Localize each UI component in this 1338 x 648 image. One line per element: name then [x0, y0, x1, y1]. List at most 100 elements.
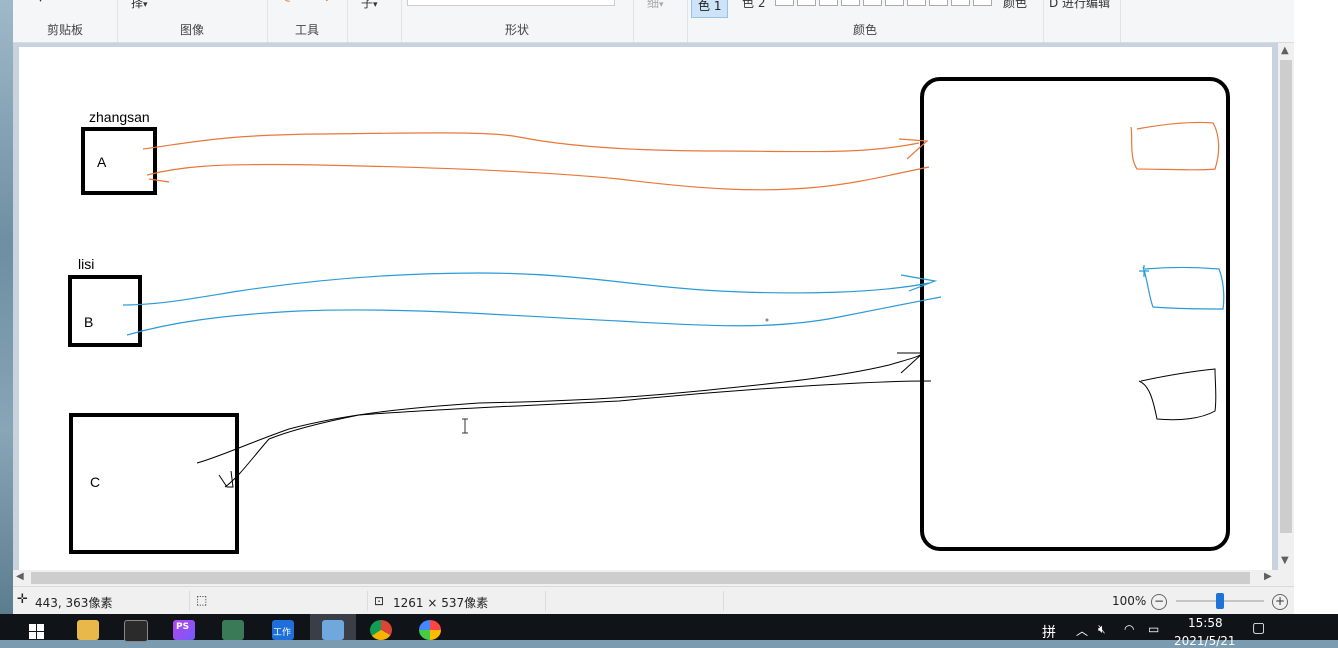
- scroll-right-arrow-icon[interactable]: ▶: [1264, 571, 1272, 582]
- status-bar: ✛ 443, 363像素 ⬚ ⊡ 1261 × 537像素 100% − +: [13, 586, 1294, 615]
- scroll-up-arrow-icon[interactable]: ▲: [1281, 45, 1289, 56]
- size-group: 细▾: [633, 0, 688, 42]
- color-swatch[interactable]: [885, 0, 904, 6]
- paste-dropdown-icon[interactable]: ▾: [38, 0, 43, 5]
- shapes-gallery[interactable]: [407, 0, 615, 6]
- status-divider: [545, 591, 546, 611]
- brushes-button[interactable]: 子▾: [361, 0, 378, 11]
- vertical-scrollbar[interactable]: ▲ ▼: [1278, 43, 1294, 570]
- label-zhangsan: zhangsan: [89, 109, 150, 125]
- browser-icon[interactable]: [419, 620, 441, 640]
- label-lisi: lisi: [78, 256, 94, 272]
- edit-with-paint3d-button[interactable]: D 进行编辑: [1049, 0, 1110, 11]
- scroll-down-arrow-icon[interactable]: ▼: [1281, 555, 1289, 566]
- brushes-dropdown-icon: ▾: [373, 0, 378, 10]
- drawing-svg: zhangsan A lisi B C: [68, 77, 1230, 554]
- color-swatch[interactable]: [907, 0, 926, 6]
- black-connection: [196, 352, 1217, 488]
- fill-tool-icon[interactable]: ◆: [323, 0, 331, 3]
- colors-group: 色 1 色 2 颜色 颜色: [687, 0, 1044, 42]
- label-c: C: [90, 474, 100, 490]
- desktop-background-right: [1294, 0, 1338, 614]
- ime-indicator[interactable]: 拼: [1042, 622, 1056, 642]
- phpstorm-icon[interactable]: PS: [173, 620, 195, 640]
- terminal-icon[interactable]: [124, 620, 148, 642]
- image-group-label: 图像: [179, 23, 204, 37]
- clipboard-group-label: 剪贴板: [46, 23, 83, 37]
- color2-button[interactable]: 色 2: [742, 0, 765, 11]
- clock-date[interactable]: 2021/5/21: [1174, 634, 1236, 648]
- select-button[interactable]: 择▾: [131, 0, 148, 11]
- shapes-group-label: 形状: [504, 23, 529, 37]
- paint3d-group: D 进行编辑: [1043, 0, 1121, 42]
- tools-group: ✎ ◆ 工具: [267, 0, 348, 42]
- tools-group-label: 工具: [294, 23, 319, 37]
- stray-dot: [765, 318, 769, 322]
- pencil-tool-icon[interactable]: ✎: [281, 0, 291, 6]
- work-icon[interactable]: 工作: [272, 620, 294, 640]
- edit-colors-button[interactable]: 颜色: [1003, 0, 1027, 11]
- zoom-percent: 100%: [1112, 594, 1147, 608]
- desktop-background-left: [0, 0, 13, 614]
- server-box: [920, 77, 1230, 551]
- work-label: 工作: [273, 628, 292, 638]
- ribbon: ▾ 剪贴板 择▾ 图像 ✎ ◆ 工具 子▾ 形状 细▾ 色 1 色 2: [13, 0, 1294, 43]
- drawing-canvas[interactable]: zhangsan A lisi B C: [19, 47, 1272, 570]
- canvas-area: zhangsan A lisi B C: [13, 43, 1278, 570]
- status-divider: [723, 591, 724, 611]
- wifi-icon[interactable]: ◠: [1124, 622, 1134, 636]
- scroll-left-arrow-icon[interactable]: ◀: [16, 571, 24, 582]
- paint-window: ▾ 剪贴板 择▾ 图像 ✎ ◆ 工具 子▾ 形状 细▾ 色 1 色 2: [13, 0, 1294, 615]
- cursor-position-icon: ✛: [17, 592, 28, 607]
- file-explorer-icon[interactable]: [77, 620, 99, 640]
- git-icon[interactable]: [222, 620, 244, 640]
- size-button[interactable]: 细▾: [647, 0, 664, 11]
- notifications-icon[interactable]: ▢: [1252, 620, 1265, 636]
- blue-connection: [122, 265, 1225, 336]
- colors-group-label: 颜色: [852, 23, 877, 37]
- show-hidden-icons-icon[interactable]: ︿: [1076, 622, 1088, 639]
- size-dropdown-icon: ▾: [659, 0, 664, 10]
- status-divider: [367, 591, 368, 611]
- selection-size-icon: ⬚: [196, 593, 208, 607]
- image-size-icon: ⊡: [374, 594, 385, 608]
- brushes-label: 子: [361, 0, 374, 10]
- label-a: A: [97, 154, 107, 170]
- clock-time[interactable]: 15:58: [1188, 616, 1223, 630]
- image-group: 择▾ 图像: [117, 0, 268, 42]
- select-dropdown-icon: ▾: [143, 0, 148, 10]
- start-icon[interactable]: [29, 624, 45, 640]
- zoom-in-icon[interactable]: +: [1272, 594, 1288, 610]
- cursor-position-text: 443, 363像素: [35, 596, 113, 610]
- select-label: 择: [131, 0, 144, 10]
- size-label: 细: [647, 0, 660, 10]
- color-swatch[interactable]: [775, 0, 794, 6]
- zoom-out-icon[interactable]: −: [1151, 594, 1167, 610]
- horizontal-scrollbar[interactable]: ◀ ▶: [13, 570, 1278, 586]
- battery-icon[interactable]: ▭: [1148, 622, 1159, 636]
- box-a: [81, 127, 157, 195]
- shapes-group: 形状: [401, 0, 634, 42]
- text-cursor-icon: [462, 418, 468, 434]
- color-swatch[interactable]: [973, 0, 992, 6]
- color-swatch[interactable]: [819, 0, 838, 6]
- label-b: B: [84, 314, 93, 330]
- volume-muted-icon[interactable]: 🔇︎: [1098, 622, 1106, 637]
- scroll-corner: [1278, 570, 1294, 586]
- color-swatch[interactable]: [863, 0, 882, 6]
- color-swatch[interactable]: [951, 0, 970, 6]
- color-swatch[interactable]: [797, 0, 816, 6]
- vertical-scroll-thumb[interactable]: [1280, 60, 1292, 533]
- paint-icon[interactable]: [322, 620, 344, 640]
- color-swatch[interactable]: [841, 0, 860, 6]
- clipboard-group: ▾ 剪贴板: [13, 0, 118, 42]
- chrome-icon[interactable]: [370, 620, 392, 640]
- zoom-slider-thumb[interactable]: [1216, 593, 1224, 609]
- phpstorm-label: PS: [176, 622, 190, 632]
- color1-button[interactable]: 色 1: [691, 0, 729, 18]
- status-divider: [189, 591, 190, 611]
- horizontal-scroll-thumb[interactable]: [31, 572, 1250, 584]
- image-size-text: 1261 × 537像素: [393, 596, 489, 610]
- color-swatch[interactable]: [929, 0, 948, 6]
- brushes-group: 子▾: [347, 0, 402, 42]
